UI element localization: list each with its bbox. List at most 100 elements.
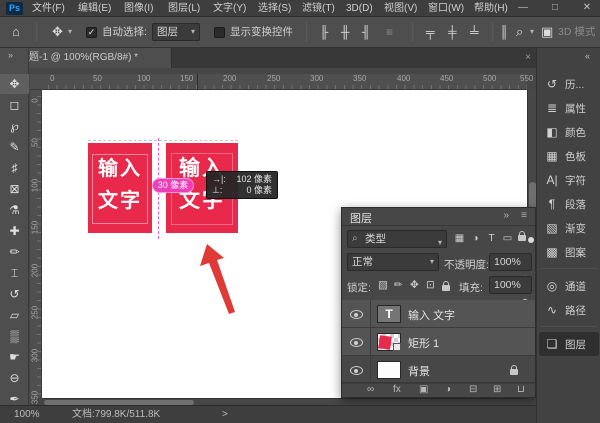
layer-mask-icon[interactable]: ▣	[419, 383, 428, 397]
align-right-icon[interactable]: ╢	[362, 17, 371, 47]
tab-close-icon[interactable]: ×	[525, 48, 531, 68]
layer-name[interactable]: 背景	[408, 363, 430, 379]
layer-row-rectangle[interactable]: 矩形 1	[342, 328, 535, 356]
tool-history-brush-icon[interactable]: ↺	[0, 284, 29, 304]
align-middle-icon[interactable]: ╪	[448, 17, 457, 47]
align-center-icon[interactable]: ╫	[341, 17, 350, 47]
shape-layer-thumbnail[interactable]	[377, 333, 401, 351]
menu-help[interactable]: 帮助(H)	[474, 0, 508, 17]
lock-transparency-icon[interactable]: ▨	[378, 279, 388, 291]
text-layer-thumbnail[interactable]: T	[377, 305, 401, 323]
tool-eraser-icon[interactable]: ▱	[0, 305, 29, 325]
status-chevron-icon[interactable]: >	[222, 406, 228, 423]
lock-position-icon[interactable]: ✥	[410, 279, 419, 291]
lock-all-icon[interactable]	[442, 282, 450, 294]
distribute-horizontal-icon[interactable]: ≡	[386, 17, 393, 47]
maximize-button[interactable]: □	[544, 0, 566, 17]
blend-mode-dropdown[interactable]: 正常 ▾	[347, 253, 439, 271]
layer-row-background[interactable]: 背景	[342, 356, 535, 384]
menu-file[interactable]: 文件(F)	[32, 0, 65, 17]
layer-row-text[interactable]: T 输入 文字	[342, 300, 535, 328]
panel-tab-color[interactable]: ◧ 颜色	[539, 120, 599, 144]
minimize-button[interactable]: —	[512, 0, 534, 17]
panel-tab-properties[interactable]: ≣ 属性	[539, 96, 599, 120]
menu-3d[interactable]: 3D(D)	[346, 0, 373, 17]
background-layer-thumbnail[interactable]	[377, 361, 401, 379]
close-button[interactable]: ✕	[576, 0, 598, 17]
menu-window[interactable]: 窗口(W)	[428, 0, 464, 17]
filter-smart-object-icon[interactable]	[514, 230, 529, 248]
delete-layer-icon[interactable]: ⊔	[517, 383, 525, 397]
panel-menu-icon[interactable]: ≡	[521, 210, 527, 221]
align-top-icon[interactable]: ╤	[426, 17, 435, 47]
filter-type-layers-icon[interactable]: T	[484, 230, 499, 248]
menu-image[interactable]: 图像(I)	[124, 0, 153, 17]
auto-select-checkbox[interactable]: ✓	[86, 27, 97, 38]
tool-preset-caret-icon[interactable]: ▾	[68, 17, 72, 47]
tool-crop-icon[interactable]: ♯	[0, 158, 29, 178]
tool-lasso-icon[interactable]: ℘	[0, 116, 29, 136]
panel-collapse-icon[interactable]: »	[503, 210, 509, 221]
layer-effects-icon[interactable]: fx	[393, 383, 401, 397]
horizontal-scrollbar[interactable]	[42, 398, 527, 405]
panel-tab-layers[interactable]: ❏ 图层	[539, 332, 599, 356]
lock-pixels-icon[interactable]: ✏	[394, 279, 403, 291]
vertical-scrollbar-thumb[interactable]	[529, 182, 536, 210]
link-layers-icon[interactable]: ∞	[367, 383, 374, 397]
fill-dropdown[interactable]: 100% ▾	[489, 276, 532, 294]
home-icon[interactable]: ⌂	[12, 17, 20, 47]
show-transform-checkbox[interactable]	[214, 27, 225, 38]
tool-brush-icon[interactable]: ✏	[0, 242, 29, 262]
filter-toggle-dot[interactable]	[528, 237, 534, 243]
align-bottom-icon[interactable]: ╧	[470, 17, 479, 47]
tool-stamp-icon[interactable]: ⌶	[0, 263, 29, 283]
layer-name[interactable]: 输入 文字	[408, 307, 455, 323]
tool-smudge-icon[interactable]: ☛	[0, 347, 29, 367]
layer-filter-dropdown[interactable]: ⌕ 类型 ▾	[347, 230, 447, 248]
tool-dodge-icon[interactable]: ⊖	[0, 368, 29, 388]
menu-select[interactable]: 选择(S)	[258, 0, 291, 17]
align-left-icon[interactable]: ╟	[320, 17, 329, 47]
tool-gradient-icon[interactable]: ▒	[0, 326, 29, 346]
layers-panel-title[interactable]: 图层	[350, 210, 372, 226]
filter-adjustment-layers-icon[interactable]: ◑	[468, 230, 483, 248]
tool-move-icon[interactable]: ✥	[0, 74, 29, 94]
menu-edit[interactable]: 编辑(E)	[78, 0, 111, 17]
layer-name[interactable]: 矩形 1	[408, 335, 439, 351]
visibility-eye-icon[interactable]	[350, 310, 363, 319]
panel-tab-swatches[interactable]: ▦ 色板	[539, 144, 599, 168]
move-tool-options-icon[interactable]: ✥	[52, 17, 63, 47]
adjustment-layer-icon[interactable]: ◑	[445, 383, 451, 397]
panel-tab-channels[interactable]: ◎ 通道	[539, 274, 599, 298]
panel-tab-gradient[interactable]: ▧ 渐变	[539, 216, 599, 240]
visibility-eye-icon[interactable]	[350, 338, 363, 347]
workspace-icon[interactable]: ▣	[541, 17, 553, 47]
toolbar-collapse-icon[interactable]: »	[8, 50, 12, 60]
new-layer-icon[interactable]: ⊞	[493, 383, 501, 397]
tool-healing-icon[interactable]: ✚	[0, 221, 29, 241]
distribute-vertical-icon[interactable]: ║	[500, 17, 509, 47]
dock-collapse-icon[interactable]: «	[585, 51, 589, 61]
panel-tab-paragraph[interactable]: ¶ 段落	[539, 192, 599, 216]
tool-frame-icon[interactable]: ⊠	[0, 179, 29, 199]
lock-artboard-icon[interactable]: ⊡	[426, 279, 435, 291]
tool-marquee-icon[interactable]: ◻	[0, 95, 29, 115]
visibility-eye-icon[interactable]	[350, 366, 363, 375]
opacity-dropdown[interactable]: 100% ▾	[489, 253, 532, 271]
tool-quick-select-icon[interactable]: ✎	[0, 137, 29, 157]
layer-group-icon[interactable]: ⊟	[469, 383, 477, 397]
filter-shape-layers-icon[interactable]: ▭	[500, 230, 515, 248]
menu-filter[interactable]: 滤镜(T)	[302, 0, 335, 17]
zoom-level[interactable]: 100%	[14, 406, 40, 423]
panel-tab-paths[interactable]: ∿ 路径	[539, 298, 599, 322]
search-icon[interactable]: ⌕	[516, 17, 523, 47]
tool-eyedropper-icon[interactable]: ⚗	[0, 200, 29, 220]
menu-view[interactable]: 视图(V)	[384, 0, 417, 17]
panel-tab-character[interactable]: A| 字符	[539, 168, 599, 192]
panel-tab-pattern[interactable]: ▩ 图案	[539, 240, 599, 264]
panel-tab-history[interactable]: ↺ 历...	[539, 72, 599, 96]
menu-type[interactable]: 文字(Y)	[213, 0, 246, 17]
auto-select-dropdown[interactable]: 图层 ▾	[152, 23, 200, 41]
menu-layer[interactable]: 图层(L)	[168, 0, 200, 17]
filter-pixel-layers-icon[interactable]: ▦	[452, 230, 467, 248]
